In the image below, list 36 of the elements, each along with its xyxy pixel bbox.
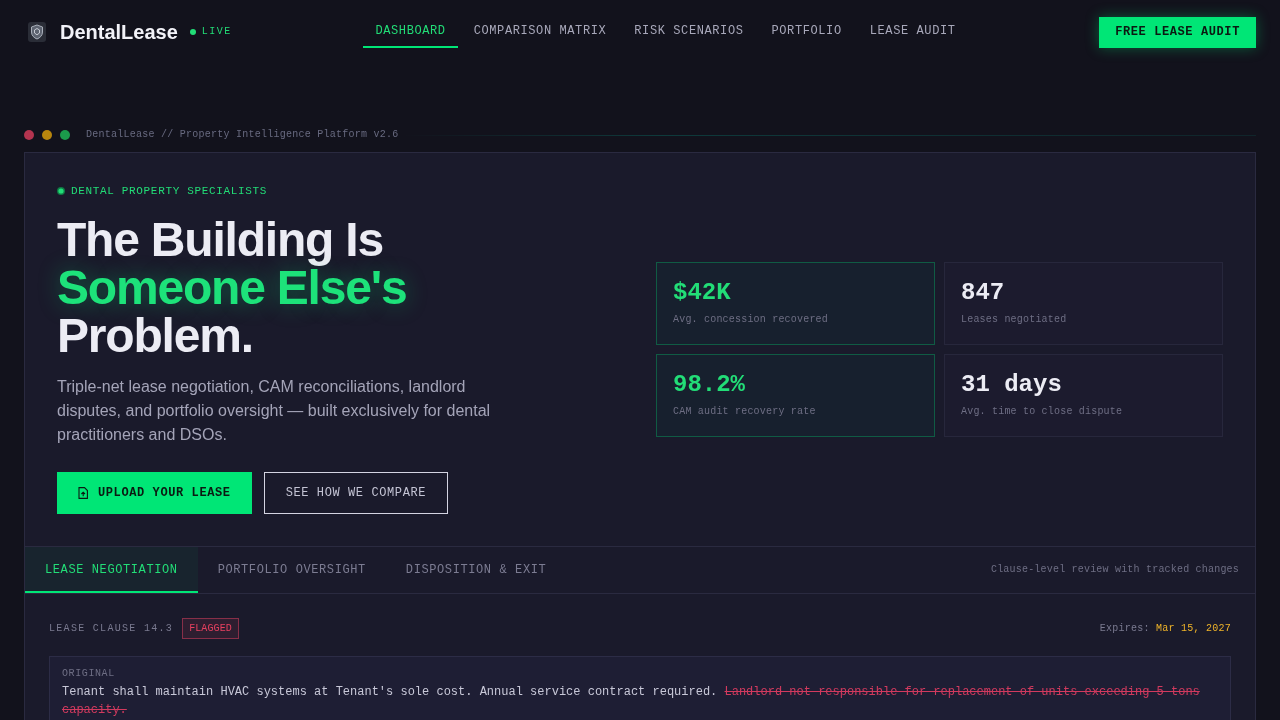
eyebrow-label: DENTAL PROPERTY SPECIALISTS (71, 185, 268, 197)
stat-label: Avg. concession recovered (673, 313, 830, 327)
nav-link[interactable]: DASHBOARD (363, 16, 458, 48)
expiry-text: Expires: Mar 15, 2027 (1099, 621, 1231, 636)
live-status: LIVE (201, 26, 232, 38)
shield-icon (28, 22, 46, 42)
nav-link[interactable]: RISK SCENARIOS (622, 16, 756, 48)
window-title: DentalLease // Property Intelligence Platform v2.6 (86, 128, 399, 142)
dot-icon (57, 187, 65, 195)
compare-button[interactable]: SEE HOW WE COMPARE (263, 472, 449, 514)
tabs-caption: Clause-level review with tracked changes (990, 563, 1240, 577)
stat-value: 31 days (961, 371, 1063, 399)
brand-name: DentalLease (60, 20, 178, 44)
file-upload-icon (78, 487, 88, 499)
window-controls-icon (24, 130, 70, 140)
free-audit-button[interactable]: FREE LEASE AUDIT (1099, 16, 1256, 48)
clause-text: Tenant shall maintain HVAC systems at Tenant's sole cost. Annual service contract required. Landlord not responsible for replacement of units exceeding 5 tons capacity. (62, 684, 1201, 719)
tab[interactable]: LEASE NEGOTIATION (25, 547, 198, 593)
status-dot-icon (189, 29, 196, 35)
stat-label: Avg. time to close dispute (961, 405, 1124, 419)
tab[interactable]: PORTFOLIO OVERSIGHT (197, 547, 386, 593)
flagged-badge: FLAGGED (182, 618, 239, 639)
nav-link[interactable]: COMPARISON MATRIX (461, 16, 619, 48)
stat-label: CAM audit recovery rate (673, 405, 817, 419)
hero-description: Triple-net lease negotiation, CAM reconciliations, landlord disputes, and portfolio oversight — built exclusively for dental practitioners and DSOs. (57, 377, 492, 445)
nav-link[interactable]: LEASE AUDIT (857, 16, 968, 48)
nav-link[interactable]: PORTFOLIO (759, 16, 854, 48)
stat-value: 98.2% (673, 371, 746, 399)
hero-headline: The Building Is Someone Else's Problem. (57, 216, 407, 360)
upload-lease-button[interactable]: UPLOAD YOUR LEASE (57, 472, 252, 514)
tab[interactable]: DISPOSITION & EXIT (385, 547, 567, 593)
stat-value: $42K (673, 279, 732, 307)
clause-label: LEASE CLAUSE 14.3 (49, 621, 174, 636)
stat-label: Leases negotiated (961, 313, 1068, 327)
stat-value: 847 (961, 279, 1006, 307)
original-heading: ORIGINAL (62, 668, 116, 680)
